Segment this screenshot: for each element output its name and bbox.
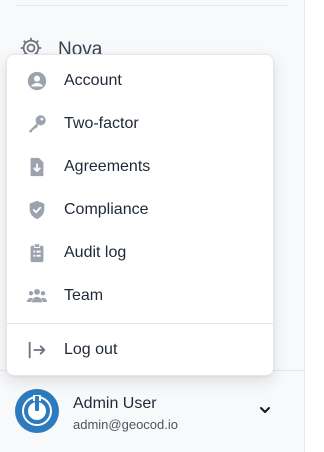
menu-item-two-factor[interactable]: Two-factor <box>7 104 273 144</box>
power-icon <box>22 395 52 426</box>
menu-divider <box>7 323 273 324</box>
avatar <box>15 389 59 433</box>
menu-item-agreements[interactable]: Agreements <box>7 147 273 187</box>
user-email: admin@geocod.io <box>73 417 178 432</box>
logout-arrow-icon <box>25 338 49 362</box>
divider <box>16 5 288 6</box>
logout-button[interactable]: Log out <box>7 330 273 370</box>
menu-item-label: Agreements <box>64 158 151 175</box>
key-icon <box>25 112 49 136</box>
menu-item-label: Account <box>64 72 122 89</box>
clipboard-list-icon <box>25 241 49 265</box>
menu-item-account[interactable]: Account <box>7 61 273 101</box>
user-dropdown-menu: Account Two-factor Agreements Compliance… <box>6 54 274 376</box>
users-icon <box>25 284 49 308</box>
chevron-down-icon[interactable] <box>258 403 272 417</box>
shield-check-icon <box>25 198 49 222</box>
logout-label: Log out <box>64 341 118 358</box>
menu-item-label: Compliance <box>64 201 149 218</box>
user-circle-icon <box>25 69 49 93</box>
divider <box>304 0 305 452</box>
user-menu-trigger[interactable]: Admin User admin@geocod.io <box>0 370 304 452</box>
menu-item-team[interactable]: Team <box>7 276 273 316</box>
menu-item-compliance[interactable]: Compliance <box>7 190 273 230</box>
menu-item-audit-log[interactable]: Audit log <box>7 233 273 273</box>
user-name: Admin User <box>73 395 157 412</box>
menu-item-label: Audit log <box>64 244 127 261</box>
menu-item-label: Two-factor <box>64 115 139 132</box>
document-download-icon <box>25 155 49 179</box>
menu-item-label: Team <box>64 287 104 304</box>
